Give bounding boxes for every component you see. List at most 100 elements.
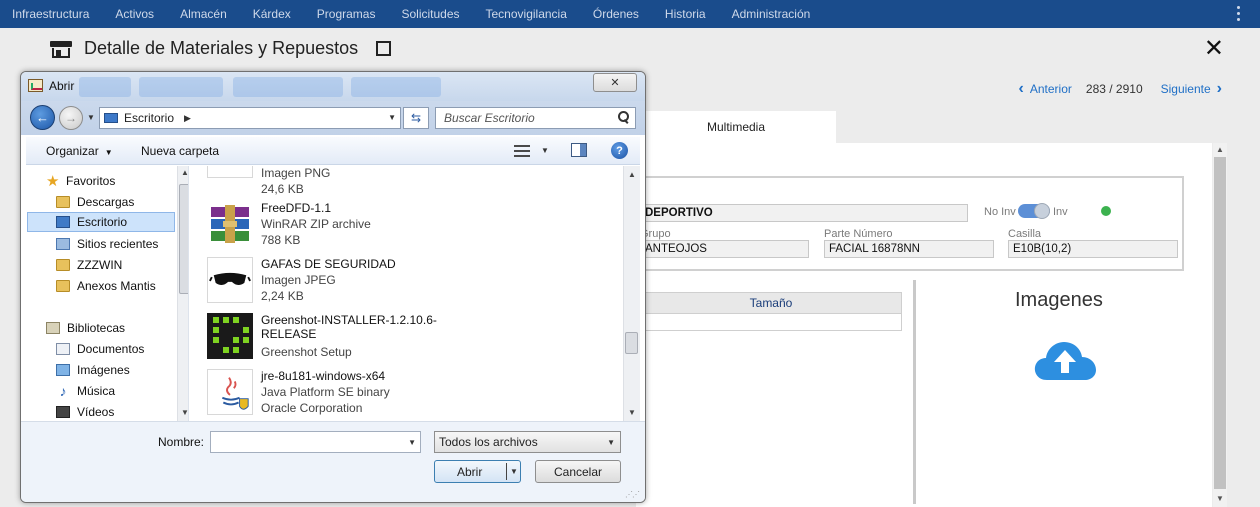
page-title: Detalle de Materiales y Repuestos <box>84 38 359 58</box>
view-dropdown-icon[interactable]: ▼ <box>541 146 549 155</box>
list-item[interactable]: Greenshot-INSTALLER-1.2.10.6-RELEASE Gre… <box>207 313 607 361</box>
nav-downloads[interactable]: Descargas <box>56 192 188 212</box>
nav-ordenes[interactable]: Órdenes <box>593 7 639 21</box>
maximize-icon[interactable] <box>376 41 392 56</box>
cloud-upload-icon[interactable] <box>1033 340 1097 382</box>
nav-kardex[interactable]: Kárdex <box>253 7 291 21</box>
new-folder-button[interactable]: Nueva carpeta <box>141 144 219 158</box>
next-link[interactable]: Siguiente <box>1161 82 1211 96</box>
help-icon[interactable]: ? <box>611 142 628 159</box>
pictures-icon <box>56 364 70 376</box>
tab-multimedia[interactable]: Multimedia <box>636 111 836 143</box>
nav-historia[interactable]: Historia <box>665 7 706 21</box>
list-item[interactable]: jre-8u181-windows-x64 Java Platform SE b… <box>207 369 607 417</box>
cancel-button[interactable]: Cancelar <box>535 460 621 483</box>
nav-pane-scrollbar[interactable]: ▲ ▼ <box>177 166 188 421</box>
nav-pictures[interactable]: Imágenes <box>56 360 188 380</box>
desktop-icon <box>104 113 118 123</box>
open-options-dropdown-icon[interactable]: ▼ <box>510 467 518 476</box>
downloads-folder-icon <box>56 196 70 208</box>
png-image-thumbnail <box>207 166 253 178</box>
music-note-icon: ♪ <box>59 383 67 399</box>
nav-recent-places[interactable]: Sitios recientes <box>56 234 188 254</box>
slot-field[interactable]: E10B(10,2) <box>1008 240 1178 258</box>
libraries-icon <box>46 322 60 334</box>
list-item[interactable]: FreeDFD-1.1 WinRAR ZIP archive 788 KB <box>207 201 607 249</box>
nav-solicitudes[interactable]: Solicitudes <box>401 7 459 21</box>
nav-almacen[interactable]: Almacén <box>180 7 227 21</box>
dialog-titlebar: Abrir ✕ <box>21 72 645 101</box>
chevron-right-icon[interactable]: › <box>1217 80 1222 98</box>
inventory-toggle[interactable] <box>1018 203 1050 219</box>
folder-icon <box>56 259 70 271</box>
address-dropdown-icon[interactable]: ▼ <box>388 113 396 122</box>
file-list-scrollbar[interactable]: ▲ ▼ <box>623 166 640 421</box>
file-name: Greenshot-INSTALLER-1.2.10.6-RELEASE <box>261 313 437 341</box>
status-indicator <box>1101 206 1111 216</box>
videos-icon <box>56 406 70 418</box>
close-icon[interactable]: ✕ <box>1204 37 1224 61</box>
nav-administracion[interactable]: Administración <box>732 7 811 21</box>
nav-infraestructura[interactable]: Infraestructura <box>12 7 89 21</box>
background-button-ghost <box>351 77 441 97</box>
background-button-ghost <box>233 77 343 97</box>
winrar-archive-icon <box>207 201 253 247</box>
dialog-close-button[interactable]: ✕ <box>593 73 637 92</box>
file-name: GAFAS DE SEGURIDAD <box>261 257 396 271</box>
file-type: Greenshot Setup <box>261 345 352 359</box>
view-options-icon[interactable] <box>514 144 530 158</box>
nav-music[interactable]: ♪ Música <box>56 381 188 401</box>
table-row <box>640 314 902 331</box>
file-type-select[interactable]: Todos los archivos ▼ <box>434 431 621 453</box>
nav-documents[interactable]: Documentos <box>56 339 188 359</box>
nav-favorites[interactable]: ★ Favoritos <box>46 171 188 191</box>
record-pager: ‹ Anterior 283 / 2910 Siguiente › <box>1013 80 1228 98</box>
dialog-footer: Nombre: ▼ Todos los archivos ▼ Abrir ▼ C… <box>21 421 645 502</box>
nav-zzzwin[interactable]: ZZZWIN <box>56 255 188 275</box>
refresh-button[interactable]: ⇆ <box>403 107 429 129</box>
store-icon <box>50 39 72 59</box>
folder-icon <box>56 280 70 292</box>
preview-pane-icon[interactable] <box>571 143 587 157</box>
search-icon[interactable] <box>617 111 629 123</box>
page-scrollbar[interactable]: ▲ ▼ <box>1213 143 1227 507</box>
more-vertical-icon[interactable] <box>1237 4 1240 22</box>
nav-tecnovigilancia[interactable]: Tecnovigilancia <box>486 7 567 21</box>
back-arrow-icon[interactable]: ← <box>30 105 55 130</box>
name-field[interactable]: DEPORTIVO <box>640 204 968 222</box>
file-publisher: Oracle Corporation <box>261 401 363 415</box>
address-bar[interactable]: Escritorio ▶ ▼ <box>99 107 401 129</box>
list-item[interactable]: Imagen PNG 24,6 KB <box>207 166 607 196</box>
list-item[interactable]: GAFAS DE SEGURIDAD Imagen JPEG 2,24 KB <box>207 257 607 305</box>
open-file-dialog: Abrir ✕ ← → ▼ Escritorio ▶ ▼ ⇆ Buscar Es… <box>20 71 646 503</box>
nav-libraries[interactable]: Bibliotecas <box>46 318 188 338</box>
part-number-label: Parte Número <box>824 228 893 240</box>
nav-desktop[interactable]: Escritorio <box>27 212 175 232</box>
toggle-on-label: Inv <box>1053 206 1068 218</box>
background-button-ghost <box>139 77 223 97</box>
breadcrumb-arrow-icon[interactable]: ▶ <box>184 113 191 124</box>
java-installer-icon <box>207 369 253 415</box>
nav-activos[interactable]: Activos <box>115 7 154 21</box>
file-name-input[interactable]: ▼ <box>210 431 421 453</box>
organize-menu[interactable]: Organizar ▼ <box>46 144 113 158</box>
paint-icon <box>28 79 43 92</box>
top-navigation-bar: Infraestructura Activos Almacén Kárdex P… <box>0 0 1260 28</box>
chevron-down-icon: ▼ <box>607 438 615 447</box>
group-field[interactable]: ANTEOJOS <box>640 240 809 258</box>
search-input[interactable]: Buscar Escritorio <box>435 107 636 129</box>
file-size: 2,24 KB <box>261 289 304 303</box>
resize-grip-icon[interactable]: ⋰⋰ <box>625 490 640 499</box>
file-size: 788 KB <box>261 233 301 247</box>
size-column-header[interactable]: Tamaño <box>640 292 902 314</box>
nav-programas[interactable]: Programas <box>317 7 376 21</box>
nav-videos[interactable]: Vídeos <box>56 402 188 421</box>
nav-anexos-mantis[interactable]: Anexos Mantis <box>56 276 188 296</box>
file-name-dropdown-icon[interactable]: ▼ <box>408 438 416 447</box>
open-button[interactable]: Abrir ▼ <box>434 460 521 483</box>
part-number-field[interactable]: FACIAL 16878NN <box>824 240 994 258</box>
forward-arrow-icon[interactable]: → <box>59 106 83 130</box>
previous-link[interactable]: Anterior <box>1030 82 1072 96</box>
recent-locations-dropdown-icon[interactable]: ▼ <box>87 113 95 122</box>
chevron-left-icon[interactable]: ‹ <box>1019 80 1024 98</box>
